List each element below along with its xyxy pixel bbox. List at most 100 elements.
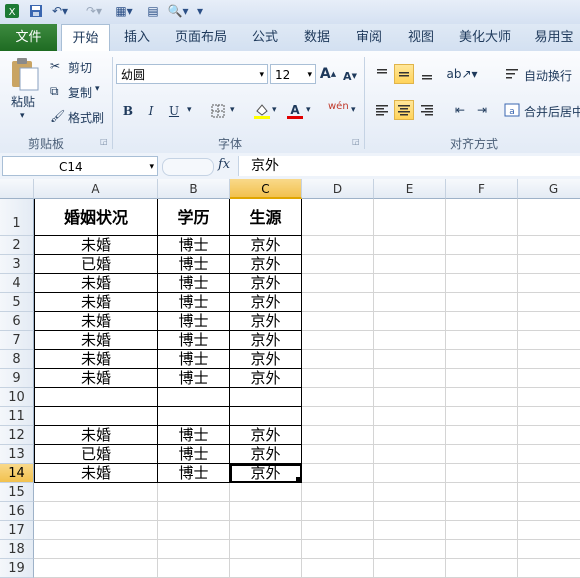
cell-a3[interactable]: 已婚 [34, 255, 158, 274]
column-header-f[interactable]: F [446, 179, 518, 199]
border-dropdown-icon[interactable]: ▾ [230, 105, 235, 115]
cell-f12[interactable] [446, 426, 518, 445]
row-header[interactable]: 18 [0, 540, 34, 559]
cell-a14[interactable]: 未婚 [34, 464, 158, 483]
row-header[interactable]: 7 [0, 331, 34, 350]
cell-d8[interactable] [302, 350, 374, 369]
shrink-font-button[interactable]: A ▼ [340, 66, 360, 86]
align-top-icon[interactable] [372, 64, 392, 84]
row-header[interactable]: 9 [0, 369, 34, 388]
tab-file[interactable]: 文件 [0, 24, 57, 51]
cell-b12[interactable]: 博士 [158, 426, 230, 445]
cell-b16[interactable] [158, 502, 230, 521]
font-color-button[interactable]: A [285, 101, 305, 121]
column-header-d[interactable]: D [302, 179, 374, 199]
cell-a16[interactable] [34, 502, 158, 521]
cell-e9[interactable] [374, 369, 446, 388]
border-icon[interactable] [208, 101, 228, 121]
fill-handle[interactable] [296, 477, 301, 482]
wrap-text-icon[interactable] [502, 64, 522, 84]
cell-e14[interactable] [374, 464, 446, 483]
cell-a19[interactable] [34, 559, 158, 578]
increase-indent-icon[interactable]: ⇥ [472, 100, 492, 120]
font-color-dropdown-icon[interactable]: ▾ [306, 105, 311, 115]
cell-b13[interactable]: 博士 [158, 445, 230, 464]
insert-function-button[interactable]: fx [218, 157, 230, 172]
bold-button[interactable]: B [118, 101, 138, 121]
cell-g5[interactable] [518, 293, 580, 312]
cell-a7[interactable]: 未婚 [34, 331, 158, 350]
italic-button[interactable]: I [141, 101, 161, 121]
row-header[interactable]: 10 [0, 388, 34, 407]
cell-c15[interactable] [230, 483, 302, 502]
cell-f14[interactable] [446, 464, 518, 483]
copy-icon[interactable]: ⧉ [50, 84, 59, 99]
cell-a1[interactable]: 婚姻状况 [34, 199, 158, 236]
cell-f15[interactable] [446, 483, 518, 502]
phonetic-button[interactable]: wén [328, 101, 349, 112]
cell-a6[interactable]: 未婚 [34, 312, 158, 331]
cell-b8[interactable]: 博士 [158, 350, 230, 369]
table-icon[interactable]: ▤ [144, 3, 162, 19]
row-header[interactable]: 14 [0, 464, 34, 483]
cell-f10[interactable] [446, 388, 518, 407]
cell-b14[interactable]: 博士 [158, 464, 230, 483]
paste-button[interactable]: 粘贴 [11, 93, 35, 110]
cell-g12[interactable] [518, 426, 580, 445]
cell-b10[interactable] [158, 388, 230, 407]
form-icon[interactable]: ▦▾ [112, 3, 136, 19]
cell-a10[interactable] [34, 388, 158, 407]
cell-d19[interactable] [302, 559, 374, 578]
phonetic-dropdown-icon[interactable]: ▾ [351, 105, 356, 115]
cell-e5[interactable] [374, 293, 446, 312]
cell-e8[interactable] [374, 350, 446, 369]
row-header[interactable]: 2 [0, 236, 34, 255]
cell-e13[interactable] [374, 445, 446, 464]
cell-c19[interactable] [230, 559, 302, 578]
cell-a13[interactable]: 已婚 [34, 445, 158, 464]
cell-e7[interactable] [374, 331, 446, 350]
decrease-indent-icon[interactable]: ⇤ [450, 100, 470, 120]
cell-b5[interactable]: 博士 [158, 293, 230, 312]
row-header[interactable]: 8 [0, 350, 34, 369]
font-name-dropdown-icon[interactable]: ▾ [259, 65, 264, 85]
cell-b7[interactable]: 博士 [158, 331, 230, 350]
format-painter-button[interactable]: 格式刷 [68, 109, 104, 126]
tab-review[interactable]: 审阅 [348, 24, 390, 51]
cell-d12[interactable] [302, 426, 374, 445]
cell-e2[interactable] [374, 236, 446, 255]
wrap-text-button[interactable]: 自动换行 [524, 67, 572, 84]
cell-d14[interactable] [302, 464, 374, 483]
cell-d18[interactable] [302, 540, 374, 559]
format-painter-icon[interactable]: 🖌 [50, 109, 65, 123]
cell-d15[interactable] [302, 483, 374, 502]
cell-e4[interactable] [374, 274, 446, 293]
copy-button[interactable]: 复制 [68, 84, 92, 101]
cell-b6[interactable]: 博士 [158, 312, 230, 331]
cell-g8[interactable] [518, 350, 580, 369]
tab-formulas[interactable]: 公式 [244, 24, 286, 51]
column-header-b[interactable]: B [158, 179, 230, 199]
grow-font-button[interactable]: A ▲ [318, 64, 338, 84]
cell-c8[interactable]: 京外 [230, 350, 302, 369]
font-name-box[interactable]: 幼圆 ▾ [116, 64, 268, 84]
row-header[interactable]: 19 [0, 559, 34, 578]
cell-f8[interactable] [446, 350, 518, 369]
fill-color-dropdown-icon[interactable]: ▾ [272, 105, 277, 115]
cell-d7[interactable] [302, 331, 374, 350]
cell-b1[interactable]: 学历 [158, 199, 230, 236]
cell-a4[interactable]: 未婚 [34, 274, 158, 293]
align-right-icon[interactable] [417, 100, 437, 120]
cell-d4[interactable] [302, 274, 374, 293]
merge-center-icon[interactable]: a [502, 100, 522, 120]
cell-f2[interactable] [446, 236, 518, 255]
cell-f6[interactable] [446, 312, 518, 331]
cell-a8[interactable]: 未婚 [34, 350, 158, 369]
cut-button[interactable]: 剪切 [68, 59, 92, 76]
fill-color-icon[interactable] [252, 101, 272, 121]
cell-c14[interactable]: 京外 [230, 464, 302, 483]
cell-c9[interactable]: 京外 [230, 369, 302, 388]
cell-f7[interactable] [446, 331, 518, 350]
cell-c16[interactable] [230, 502, 302, 521]
cell-b15[interactable] [158, 483, 230, 502]
